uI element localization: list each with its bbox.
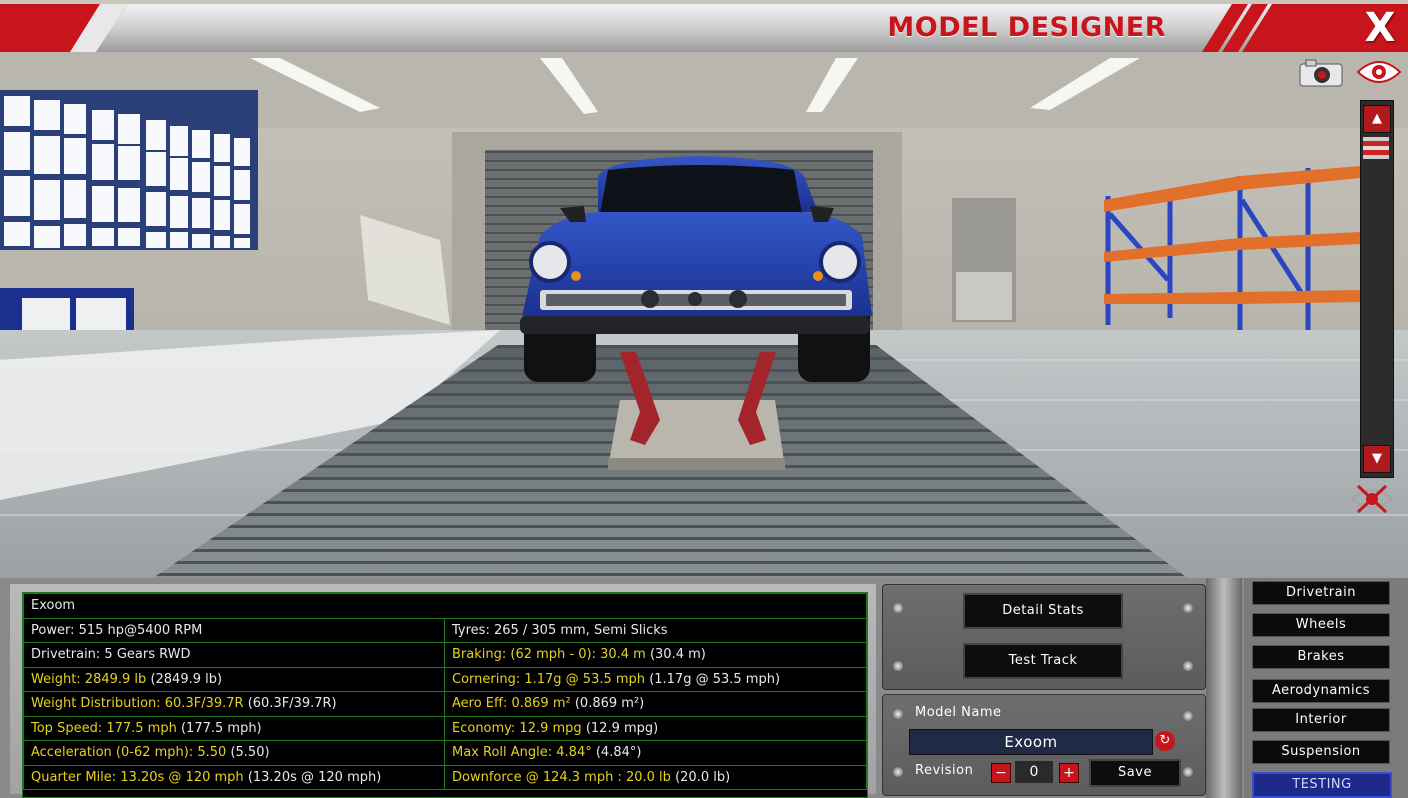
revision-label: Revision <box>915 763 974 778</box>
stats-cell-right: Braking: (62 mph - 0): 30.4 m (30.4 m) <box>444 642 867 668</box>
detail-stats-button[interactable]: Detail Stats <box>963 593 1123 629</box>
title-bar: MODEL DESIGNER <box>0 0 1408 56</box>
eye-crossed-icon[interactable] <box>1350 482 1394 516</box>
stat-baseline-value: (60.3F/39.7R) <box>247 696 337 712</box>
stat-value: Quarter Mile: 13.20s @ 120 mph <box>31 769 244 785</box>
stats-row: Top Speed: 177.5 mph (177.5 mph) Economy:… <box>23 715 867 741</box>
stats-cell-right: Tyres: 265 / 305 mm, Semi Slicks <box>444 617 867 643</box>
scroll-thumb[interactable] <box>1363 137 1389 159</box>
stat-baseline-value: (13.20s @ 120 mph) <box>247 769 382 785</box>
rivet <box>1183 661 1193 671</box>
rivet <box>1183 603 1193 613</box>
stat-value: Acceleration (0-62 mph): 5.50 <box>31 745 227 761</box>
stats-model-name: Exoom <box>23 593 867 619</box>
stat-value: Power: 515 hp@5400 RPM <box>31 622 203 638</box>
stats-rows: Power: 515 hp@5400 RPM Tyres: 265 / 305 … <box>23 617 867 790</box>
eye-icon[interactable] <box>1356 58 1402 86</box>
stat-value: Downforce @ 124.3 mph : 20.0 lb <box>452 769 671 785</box>
camera-icon[interactable] <box>1298 58 1344 88</box>
rivet <box>893 767 903 777</box>
stat-baseline-value: (12.9 mpg) <box>585 720 659 736</box>
nav-testing-button[interactable]: TESTING <box>1252 772 1392 798</box>
stats-table: Exoom Power: 515 hp@5400 RPM Tyres: 265 … <box>23 593 867 790</box>
stats-cell-left: Weight: 2849.9 lb (2849.9 lb) <box>23 666 445 692</box>
stats-row: Power: 515 hp@5400 RPM Tyres: 265 / 305 … <box>23 617 867 643</box>
revision-plus-button[interactable]: + <box>1059 763 1079 783</box>
stats-table-container: Exoom Power: 515 hp@5400 RPM Tyres: 265 … <box>22 592 868 798</box>
stats-cell-left: Acceleration (0-62 mph): 5.50 (5.50) <box>23 740 445 766</box>
stats-cell-left: Power: 515 hp@5400 RPM <box>23 617 445 643</box>
nav-drivetrain-button[interactable]: Drivetrain <box>1252 581 1390 605</box>
stat-value: Economy: 12.9 mpg <box>452 720 582 736</box>
stat-baseline-value: (0.869 m²) <box>574 696 645 712</box>
stats-cell-right: Cornering: 1.17g @ 53.5 mph (1.17g @ 53.… <box>444 666 867 692</box>
nav-suspension-button[interactable]: Suspension <box>1252 740 1390 764</box>
rivet <box>893 661 903 671</box>
stats-row: Weight: 2849.9 lb (2849.9 lb) Cornering: … <box>23 666 867 692</box>
stat-baseline-value: (30.4 m) <box>649 647 706 663</box>
stat-value: Top Speed: 177.5 mph <box>31 720 177 736</box>
category-nav: Drivetrain Wheels Brakes Aerodynamics Interi… <box>1244 578 1408 798</box>
garage-scene-art <box>0 0 1408 580</box>
nav-brakes-button[interactable]: Brakes <box>1252 645 1390 669</box>
stat-baseline-value: (2849.9 lb) <box>150 671 223 687</box>
stats-header-row: Exoom <box>23 593 867 619</box>
scroll-down-button[interactable]: ▼ <box>1363 445 1391 473</box>
close-button[interactable]: X <box>1356 6 1404 50</box>
stats-cell-right: Economy: 12.9 mpg (12.9 mpg) <box>444 715 867 741</box>
stats-row: Quarter Mile: 13.20s @ 120 mph (13.20s @… <box>23 764 867 790</box>
stats-cell-right: Aero Eff: 0.869 m² (0.869 m²) <box>444 691 867 717</box>
stat-baseline-value: (5.50) <box>230 745 270 761</box>
nav-aerodynamics-button[interactable]: Aerodynamics <box>1252 679 1390 703</box>
page-title: MODEL DESIGNER <box>887 12 1166 43</box>
stat-baseline-value: (177.5 mph) <box>180 720 262 736</box>
revision-value: 0 <box>1015 761 1053 783</box>
stats-row: Acceleration (0-62 mph): 5.50 (5.50) Max … <box>23 740 867 766</box>
model-name-label: Model Name <box>915 705 1002 720</box>
stats-cell-left: Weight Distribution: 60.3F/39.7R (60.3F/… <box>23 691 445 717</box>
panel-divider <box>1206 578 1242 798</box>
stats-panel: Exoom Power: 515 hp@5400 RPM Tyres: 265 … <box>10 584 876 798</box>
stats-cell-right: Max Roll Angle: 4.84° (4.84°) <box>444 740 867 766</box>
stats-cell-right: Downforce @ 124.3 mph : 20.0 lb (20.0 lb… <box>444 764 867 790</box>
garage-viewport[interactable]: MODEL DESIGNER X ▲ ▼ <box>0 0 1408 580</box>
revision-minus-button[interactable]: − <box>991 763 1011 783</box>
test-track-button[interactable]: Test Track <box>963 643 1123 679</box>
stat-value: Aero Eff: 0.869 m² <box>452 696 571 712</box>
rivet <box>1183 767 1193 777</box>
nav-wheels-button[interactable]: Wheels <box>1252 613 1390 637</box>
stat-value: Max Roll Angle: 4.84° <box>452 745 592 761</box>
stat-value: Braking: (62 mph - 0): 30.4 m <box>452 647 646 663</box>
stat-value: Tyres: 265 / 305 mm, Semi Slicks <box>452 622 668 638</box>
stat-baseline-value: (1.17g @ 53.5 mph) <box>649 671 781 687</box>
save-button[interactable]: Save <box>1089 759 1181 787</box>
zoom-scrollbar[interactable]: ▲ ▼ <box>1360 100 1394 478</box>
stat-baseline-value: (4.84°) <box>595 745 642 761</box>
stats-controls-panel: Detail Stats Test Track <box>882 584 1206 690</box>
rivet <box>893 603 903 613</box>
rivet <box>1183 711 1193 721</box>
scroll-up-button[interactable]: ▲ <box>1363 105 1391 133</box>
stats-cell-left: Quarter Mile: 13.20s @ 120 mph (13.20s @… <box>23 764 445 790</box>
rivet <box>893 709 903 719</box>
stat-baseline-value: (20.0 lb) <box>675 769 731 785</box>
stats-cell-left: Top Speed: 177.5 mph (177.5 mph) <box>23 715 445 741</box>
camera-icon-graphic <box>1299 59 1343 87</box>
stat-value: Cornering: 1.17g @ 53.5 mph <box>452 671 646 687</box>
nav-interior-button[interactable]: Interior <box>1252 708 1390 732</box>
model-name-panel: Model Name Exoom ↻ Revision − 0 + Save <box>882 694 1206 796</box>
eye-icon-graphic <box>1356 61 1402 83</box>
model-name-input[interactable]: Exoom <box>909 729 1153 755</box>
refresh-name-icon[interactable]: ↻ <box>1155 731 1175 751</box>
eye-crossed-icon-graphic <box>1350 484 1394 514</box>
stat-value: Weight: 2849.9 lb <box>31 671 147 687</box>
stats-row: Weight Distribution: 60.3F/39.7R (60.3F/… <box>23 691 867 717</box>
bottom-panel: Exoom Power: 515 hp@5400 RPM Tyres: 265 … <box>0 578 1408 798</box>
stats-row: Drivetrain: 5 Gears RWD Braking: (62 mph… <box>23 642 867 668</box>
stat-value: Drivetrain: 5 Gears RWD <box>31 647 191 663</box>
stat-value: Weight Distribution: 60.3F/39.7R <box>31 696 244 712</box>
stats-cell-left: Drivetrain: 5 Gears RWD <box>23 642 445 668</box>
title-bar-art <box>0 4 1408 52</box>
